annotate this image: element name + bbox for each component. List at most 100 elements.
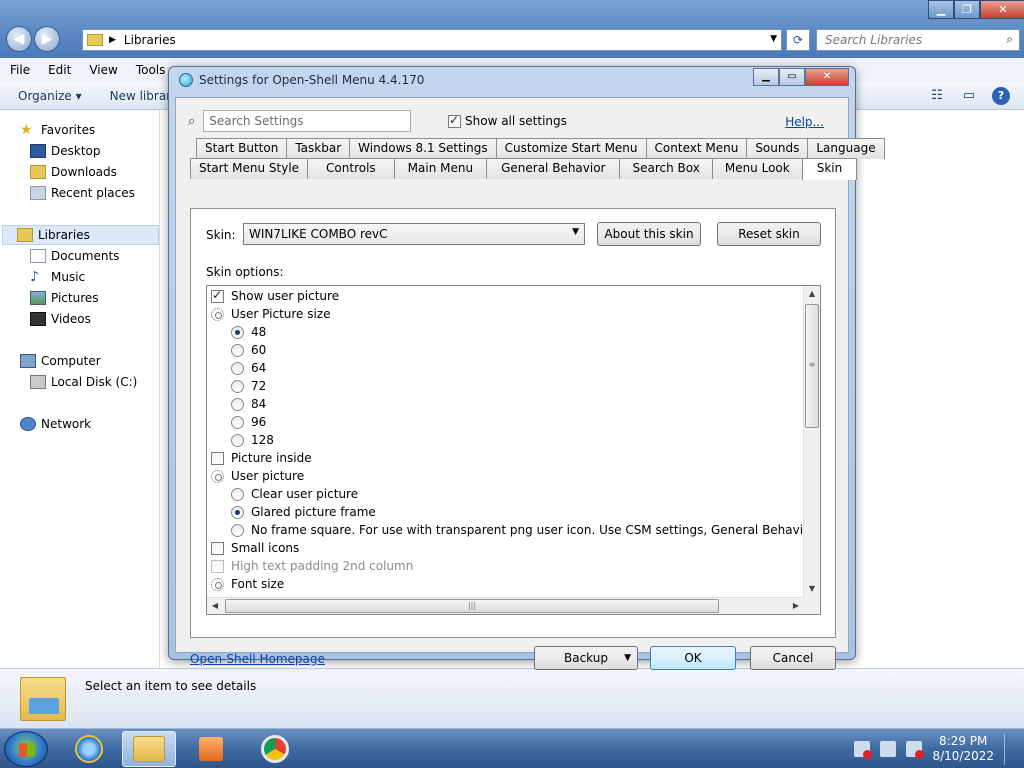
search-input[interactable]: Search Libraries ⌕ <box>816 29 1020 51</box>
radio[interactable] <box>231 397 244 411</box>
tab-controls[interactable]: Controls <box>307 158 395 179</box>
horizontal-scrollbar[interactable]: ◀ ||| ▶ <box>207 597 804 614</box>
option-small-icons[interactable]: Small icons <box>211 539 299 557</box>
maximize-button[interactable]: ❐ <box>954 0 980 19</box>
nav-network[interactable]: Network <box>20 414 91 434</box>
preview-pane-icon[interactable]: ▭ <box>960 87 978 105</box>
option-size-84[interactable]: 84 <box>231 395 266 413</box>
scroll-thumb[interactable]: ||| <box>225 599 719 613</box>
scroll-thumb[interactable]: ≡ <box>805 304 819 428</box>
tab-general-behavior[interactable]: General Behavior <box>486 158 621 179</box>
breadcrumb-arrow-icon[interactable]: ▶ <box>109 35 116 45</box>
back-button[interactable]: ◀ <box>6 26 32 52</box>
checkbox[interactable] <box>211 288 224 303</box>
forward-button[interactable]: ▶ <box>34 26 60 52</box>
tab-sounds[interactable]: Sounds <box>746 138 809 159</box>
show-all-checkbox[interactable] <box>448 113 461 128</box>
change-view-icon[interactable]: ☷ <box>928 87 946 105</box>
backup-button[interactable]: Backup ▼ <box>534 646 638 670</box>
radio[interactable] <box>231 523 244 537</box>
tab-windows-81-settings[interactable]: Windows 8.1 Settings <box>349 138 497 159</box>
scroll-left-icon[interactable]: ◀ <box>207 598 223 614</box>
radio[interactable] <box>231 379 244 393</box>
volume-muted-icon[interactable] <box>854 741 873 759</box>
tab-customize-start-menu[interactable]: Customize Start Menu <box>495 138 647 159</box>
minimize-button[interactable]: ▁ <box>928 0 954 19</box>
help-icon[interactable]: ? <box>992 87 1010 105</box>
tab-menu-look[interactable]: Menu Look <box>711 158 803 179</box>
nav-videos[interactable]: Videos <box>30 309 91 329</box>
radio[interactable] <box>231 505 244 519</box>
checkbox[interactable] <box>211 541 224 555</box>
taskbar-explorer[interactable] <box>122 731 176 767</box>
ok-button[interactable]: OK <box>650 646 736 670</box>
taskbar-chrome[interactable] <box>248 731 302 767</box>
radio[interactable] <box>231 433 244 447</box>
option-size-60[interactable]: 60 <box>231 341 266 359</box>
taskbar-internet-explorer[interactable] <box>62 731 116 767</box>
tab-start-button[interactable]: Start Button <box>196 138 288 159</box>
radio[interactable] <box>231 487 244 501</box>
radio[interactable] <box>231 325 244 339</box>
action-center-icon[interactable] <box>880 741 897 757</box>
dialog-close-button[interactable]: ✕ <box>805 68 849 86</box>
nav-libraries[interactable]: Libraries <box>2 225 159 245</box>
skin-select[interactable]: WIN7LIKE COMBO revC ▼ <box>243 223 585 245</box>
taskbar-media-player[interactable] <box>184 731 238 767</box>
checkbox[interactable] <box>211 451 224 465</box>
vertical-scrollbar[interactable]: ▲ ≡ ▼ <box>803 286 820 597</box>
about-skin-button[interactable]: About this skin <box>597 222 701 246</box>
homepage-link[interactable]: Open-Shell Homepage <box>190 652 325 666</box>
reset-skin-button[interactable]: Reset skin <box>717 222 821 246</box>
address-dropdown-icon[interactable]: ▼ <box>770 34 777 44</box>
menu-tools[interactable]: Tools <box>136 63 166 77</box>
start-button[interactable] <box>4 731 48 767</box>
cancel-button[interactable]: Cancel <box>750 646 836 670</box>
refresh-button[interactable]: ⟳ <box>786 29 810 51</box>
option-size-72[interactable]: 72 <box>231 377 266 395</box>
skin-options-list[interactable]: Show user picture User Picture size 48 6… <box>206 285 821 615</box>
settings-search-input[interactable]: Search Settings <box>203 110 412 132</box>
scroll-right-icon[interactable]: ▶ <box>788 598 804 614</box>
help-link[interactable]: Help... <box>785 115 824 129</box>
dialog-maximize-button[interactable]: ▭ <box>779 68 805 86</box>
tab-start-menu-style[interactable]: Start Menu Style <box>190 158 309 179</box>
scroll-up-icon[interactable]: ▲ <box>804 286 820 302</box>
radio[interactable] <box>231 343 244 357</box>
option-show-user-picture[interactable]: Show user picture <box>211 287 339 305</box>
menu-edit[interactable]: Edit <box>48 63 71 77</box>
scroll-down-icon[interactable]: ▼ <box>804 581 820 597</box>
tab-language[interactable]: Language <box>807 138 885 159</box>
menu-view[interactable]: View <box>89 63 117 77</box>
nav-computer[interactable]: Computer <box>20 351 101 371</box>
radio[interactable] <box>231 415 244 429</box>
nav-downloads[interactable]: Downloads <box>30 162 117 182</box>
nav-desktop[interactable]: Desktop <box>30 141 101 161</box>
menu-file[interactable]: File <box>10 63 30 77</box>
close-button[interactable]: ✕ <box>980 0 1024 19</box>
nav-favorites[interactable]: ★ Favorites <box>20 120 95 140</box>
address-bar[interactable]: ▶ Libraries ▼ <box>82 29 782 51</box>
tab-context-menu[interactable]: Context Menu <box>645 138 748 159</box>
nav-pictures[interactable]: Pictures <box>30 288 99 308</box>
nav-recent-places[interactable]: Recent places <box>30 183 135 203</box>
option-size-64[interactable]: 64 <box>231 359 266 377</box>
tab-taskbar[interactable]: Taskbar <box>286 138 351 159</box>
option-picture-inside[interactable]: Picture inside <box>211 449 312 467</box>
radio[interactable] <box>231 361 244 375</box>
show-desktop-button[interactable] <box>1004 733 1016 765</box>
tab-search-box[interactable]: Search Box <box>619 158 713 179</box>
option-no-frame-square[interactable]: No frame square. For use with transparen… <box>231 521 820 539</box>
nav-documents[interactable]: Documents <box>30 246 119 266</box>
tab-main-menu[interactable]: Main Menu <box>393 158 488 179</box>
dialog-minimize-button[interactable]: ▁ <box>753 68 779 86</box>
tab-skin[interactable]: Skin <box>801 158 858 180</box>
organize-button[interactable]: Organize ▾ <box>18 89 82 103</box>
option-glared-picture-frame[interactable]: Glared picture frame <box>231 503 376 521</box>
nav-local-disk[interactable]: Local Disk (C:) <box>30 372 137 392</box>
nav-music[interactable]: ♪ Music <box>30 267 85 287</box>
option-clear-user-picture[interactable]: Clear user picture <box>231 485 358 503</box>
clock[interactable]: 8:29 PM 8/10/2022 <box>932 734 994 764</box>
option-size-128[interactable]: 128 <box>231 431 274 449</box>
network-disconnected-icon[interactable] <box>906 741 925 759</box>
